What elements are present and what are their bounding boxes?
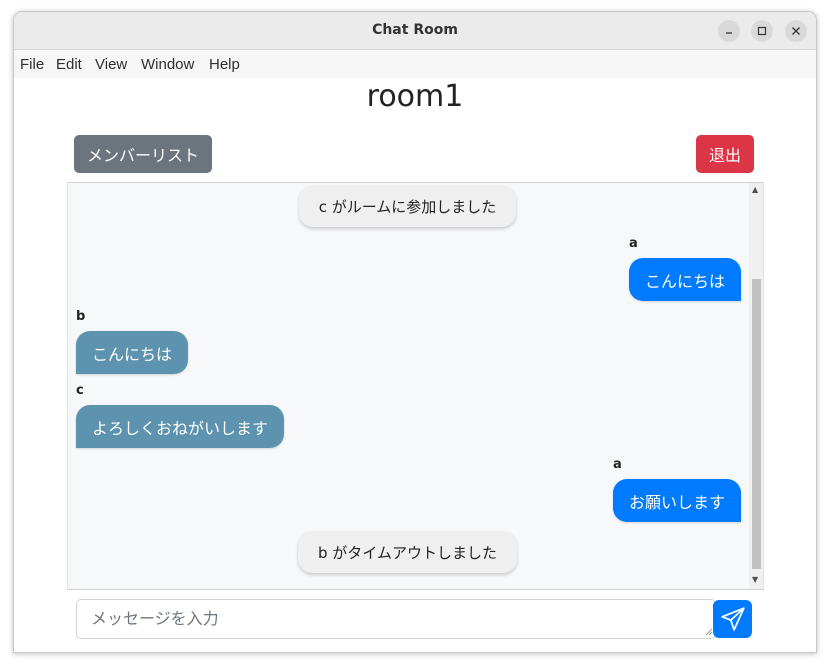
exit-button[interactable]: 退出 bbox=[696, 135, 754, 173]
menu-file[interactable]: File bbox=[20, 56, 44, 73]
scrollbar-thumb[interactable] bbox=[752, 279, 761, 569]
title-bar: Chat Room bbox=[14, 12, 816, 50]
menu-bar: File Edit View Window Help bbox=[14, 50, 816, 78]
message-input[interactable] bbox=[77, 600, 725, 636]
resize-grip-icon[interactable] bbox=[705, 628, 713, 636]
message-bubble-other: よろしくおねがいします bbox=[76, 405, 285, 448]
message-bubble-mine: こんにちは bbox=[629, 258, 742, 301]
chat-scrollbar[interactable]: ▲ ▼ bbox=[749, 183, 763, 589]
scroll-down-arrow-icon[interactable]: ▼ bbox=[752, 575, 758, 584]
chat-log[interactable]: c がルームに参加しました a こんにちは b こんにちは c よろしくおねがい… bbox=[67, 182, 764, 590]
scroll-up-arrow-icon[interactable]: ▲ bbox=[752, 185, 758, 194]
message-bubble-other: こんにちは bbox=[76, 331, 189, 374]
system-message: b がタイムアウトしました bbox=[298, 531, 517, 573]
send-button[interactable] bbox=[713, 600, 752, 638]
maximize-icon bbox=[757, 26, 767, 36]
message-sender: b bbox=[76, 309, 86, 324]
room-title: room1 bbox=[366, 79, 464, 114]
close-icon bbox=[792, 27, 800, 35]
close-button[interactable] bbox=[785, 20, 807, 42]
paper-plane-icon bbox=[720, 607, 745, 631]
message-sender: c bbox=[76, 383, 84, 398]
app-window: Chat Room File Edit View Window Help roo… bbox=[13, 11, 817, 653]
system-message: c がルームに参加しました bbox=[299, 185, 516, 227]
minimize-button[interactable] bbox=[718, 20, 740, 42]
minimize-icon bbox=[726, 32, 732, 34]
window-title: Chat Room bbox=[372, 22, 458, 38]
menu-help[interactable]: Help bbox=[209, 56, 240, 73]
message-sender: a bbox=[613, 457, 622, 472]
message-bubble-mine: お願いします bbox=[613, 479, 742, 522]
menu-edit[interactable]: Edit bbox=[56, 56, 82, 73]
menu-view[interactable]: View bbox=[95, 56, 127, 73]
maximize-button[interactable] bbox=[751, 20, 773, 42]
message-sender: a bbox=[629, 236, 638, 251]
menu-window[interactable]: Window bbox=[141, 56, 194, 73]
message-input-box[interactable] bbox=[76, 599, 725, 639]
member-list-button[interactable]: メンバーリスト bbox=[74, 135, 212, 173]
